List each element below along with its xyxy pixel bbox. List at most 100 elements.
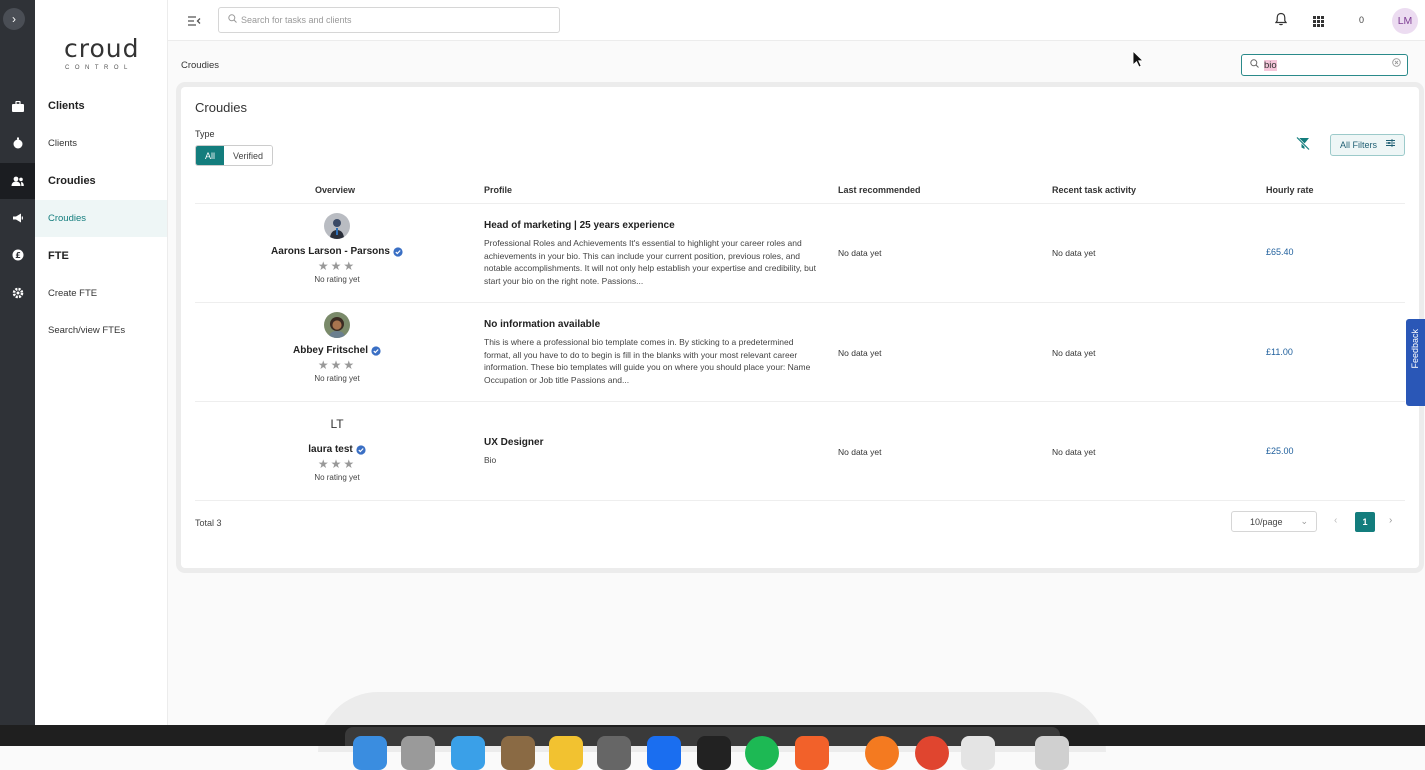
logo: croud bbox=[64, 34, 140, 63]
column-recent-task-activity[interactable]: Recent task activity bbox=[1052, 185, 1136, 195]
last-recommended: No data yet bbox=[838, 348, 882, 358]
bell-icon[interactable] bbox=[1274, 12, 1288, 31]
icon-rail: › £ bbox=[0, 0, 35, 725]
previous-page-icon[interactable]: ‹ bbox=[1334, 515, 1337, 526]
page-title: Croudies bbox=[195, 100, 248, 115]
trash-app-icon[interactable] bbox=[1035, 736, 1069, 770]
recent-task-activity: No data yet bbox=[1052, 348, 1096, 358]
feedback-label: Feedback bbox=[1410, 329, 1420, 369]
sliders-icon bbox=[1386, 139, 1395, 150]
type-filter-label: Type bbox=[195, 129, 215, 139]
clear-filters-icon[interactable] bbox=[1296, 136, 1310, 155]
rating-text: No rating yet bbox=[314, 473, 360, 482]
overview-cell: LT laura test ★★★ No rating yet bbox=[237, 402, 437, 482]
gear-icon[interactable] bbox=[0, 275, 35, 311]
table-header: Overview Profile Last recommended Recent… bbox=[195, 179, 1405, 204]
overview-cell: Abbey Fritschel ★★★ No rating yet bbox=[237, 303, 437, 383]
croudies-search-value: bio bbox=[1264, 60, 1277, 71]
launchpad-app-icon[interactable] bbox=[401, 736, 435, 770]
profile-cell: UX Designer Bio bbox=[484, 437, 819, 467]
logo-subtitle: CONTROL bbox=[65, 65, 133, 71]
type-option-all[interactable]: All bbox=[196, 146, 225, 165]
rating-text: No rating yet bbox=[314, 275, 360, 284]
column-hourly-rate[interactable]: Hourly rate bbox=[1266, 185, 1314, 195]
hourly-rate[interactable]: £65.40 bbox=[1266, 247, 1294, 257]
contacts-app-icon[interactable] bbox=[501, 736, 535, 770]
users-icon[interactable] bbox=[0, 163, 35, 199]
spotify-app-icon[interactable] bbox=[745, 736, 779, 770]
os-dock bbox=[345, 727, 1069, 770]
settings-app-icon[interactable] bbox=[597, 736, 631, 770]
avatar-initials: LT bbox=[330, 417, 344, 431]
recent-task-activity: No data yet bbox=[1052, 447, 1096, 457]
table-row[interactable]: Abbey Fritschel ★★★ No rating yet No inf… bbox=[195, 303, 1405, 402]
sidebar-item-clients[interactable]: Clients bbox=[48, 138, 77, 149]
column-overview[interactable]: Overview bbox=[315, 185, 355, 195]
expand-sidebar-button[interactable]: › bbox=[3, 8, 25, 30]
croudie-name[interactable]: Aarons Larson - Parsons bbox=[237, 246, 437, 257]
sidebar: croud CONTROL Clients Clients Croudies C… bbox=[35, 0, 168, 725]
profile-bio: This is where a professional bio templat… bbox=[484, 337, 811, 385]
table-row[interactable]: Aarons Larson - Parsons ★★★ No rating ye… bbox=[195, 204, 1405, 303]
mouse-pointer-icon bbox=[1132, 49, 1145, 73]
notification-count: 0 bbox=[1359, 15, 1365, 25]
verified-badge-icon bbox=[393, 246, 403, 257]
profile-title: Head of marketing | 25 years experience bbox=[484, 220, 675, 231]
notes-app-icon[interactable] bbox=[549, 736, 583, 770]
overview-cell: Aarons Larson - Parsons ★★★ No rating ye… bbox=[237, 204, 437, 284]
column-profile[interactable]: Profile bbox=[484, 185, 512, 195]
croudie-name[interactable]: Abbey Fritschel bbox=[237, 345, 437, 356]
avatar bbox=[324, 213, 350, 239]
page-size-value: 10/page bbox=[1250, 517, 1283, 527]
sidebar-item-create-fte[interactable]: Create FTE bbox=[48, 288, 97, 299]
croudies-search-input[interactable]: bio bbox=[1241, 54, 1408, 76]
top-bar: Search for tasks and clients 0 LM bbox=[168, 0, 1425, 41]
stopwatch-icon[interactable] bbox=[0, 125, 35, 161]
croudie-name[interactable]: laura test bbox=[237, 444, 437, 455]
profile-bio: Bio bbox=[484, 455, 497, 465]
profile-title: No information available bbox=[484, 319, 601, 330]
search-icon bbox=[1250, 59, 1259, 70]
last-recommended: No data yet bbox=[838, 447, 882, 457]
profile-cell: No information available This is where a… bbox=[484, 319, 819, 386]
rating-stars: ★★★ bbox=[317, 457, 357, 471]
all-filters-button[interactable]: All Filters bbox=[1330, 134, 1405, 156]
profile-cell: Head of marketing | 25 years experience … bbox=[484, 220, 819, 287]
all-filters-label: All Filters bbox=[1340, 140, 1378, 150]
hourly-rate[interactable]: £25.00 bbox=[1266, 446, 1294, 456]
menu-collapse-icon[interactable] bbox=[188, 14, 201, 29]
total-count: Total 3 bbox=[195, 518, 222, 528]
type-option-verified[interactable]: Verified bbox=[224, 146, 273, 165]
page-number-button[interactable]: 1 bbox=[1355, 512, 1375, 532]
next-page-icon[interactable]: › bbox=[1389, 515, 1392, 526]
pound-icon[interactable]: £ bbox=[0, 237, 35, 273]
chevron-down-icon: ⌄ bbox=[1300, 516, 1308, 526]
megaphone-icon[interactable] bbox=[0, 200, 35, 236]
preview-app-icon[interactable] bbox=[961, 736, 995, 770]
global-search-input[interactable]: Search for tasks and clients bbox=[218, 7, 560, 33]
firefox-app-icon[interactable] bbox=[865, 736, 899, 770]
rating-stars: ★★★ bbox=[317, 358, 357, 372]
chrome-app-icon[interactable] bbox=[915, 736, 949, 770]
column-last-recommended[interactable]: Last recommended bbox=[838, 185, 921, 195]
verified-badge-icon bbox=[356, 444, 366, 455]
clear-search-icon[interactable] bbox=[1392, 58, 1401, 69]
profile-bio: Professional Roles and Achievements It's… bbox=[484, 238, 816, 286]
finder-app-icon[interactable] bbox=[353, 736, 387, 770]
app-store-app-icon[interactable] bbox=[647, 736, 681, 770]
briefcase-icon[interactable] bbox=[0, 88, 35, 124]
nav-heading-croudies: Croudies bbox=[48, 175, 96, 187]
sidebar-item-croudies[interactable]: Croudies bbox=[48, 213, 86, 224]
terminal-app-icon[interactable] bbox=[697, 736, 731, 770]
table-row[interactable]: LT laura test ★★★ No rating yet UX Desig… bbox=[195, 402, 1405, 501]
sidebar-item-search-ftes[interactable]: Search/view FTEs bbox=[48, 325, 125, 336]
safari-app-icon[interactable] bbox=[451, 736, 485, 770]
hourly-rate[interactable]: £11.00 bbox=[1266, 347, 1293, 357]
page-size-select[interactable]: 10/page ⌄ bbox=[1231, 511, 1317, 532]
postman-app-icon[interactable] bbox=[795, 736, 829, 770]
feedback-tab[interactable]: Feedback bbox=[1406, 319, 1425, 406]
type-filter: All Verified bbox=[195, 145, 274, 166]
user-avatar[interactable]: LM bbox=[1392, 8, 1418, 34]
apps-grid-icon[interactable] bbox=[1313, 14, 1324, 32]
breadcrumb: Croudies bbox=[181, 60, 220, 71]
